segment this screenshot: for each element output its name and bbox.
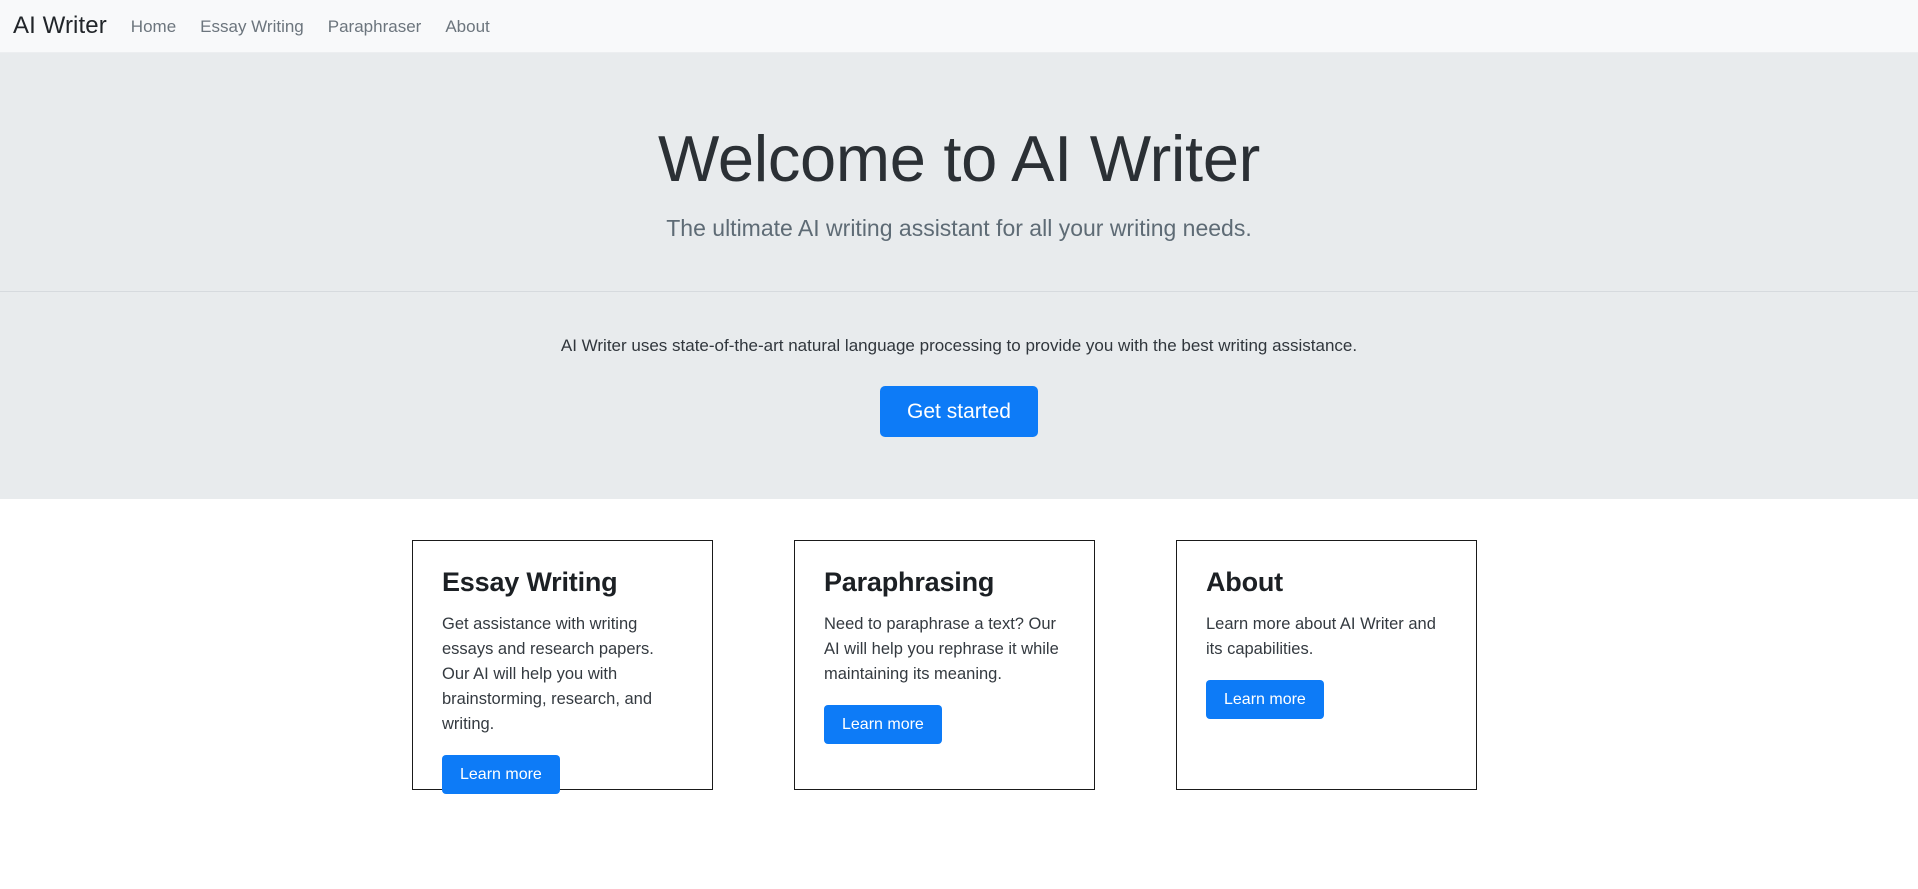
hero-section: Welcome to AI Writer The ultimate AI wri… [0, 53, 1918, 499]
nav-link-home[interactable]: Home [131, 18, 176, 35]
card-title: About [1206, 566, 1283, 597]
card-title: Paraphrasing [824, 566, 995, 597]
get-started-button[interactable]: Get started [880, 385, 1038, 437]
hero-cta-block: AI Writer uses state-of-the-art natural … [0, 292, 1918, 499]
hero-headline-block: Welcome to AI Writer The ultimate AI wri… [0, 122, 1918, 292]
card-text: Learn more about AI Writer and its capab… [1206, 614, 1436, 658]
hero-description: AI Writer uses state-of-the-art natural … [560, 335, 1358, 355]
learn-more-button-essay-writing[interactable]: Learn more [442, 755, 560, 795]
learn-more-button-paraphrasing[interactable]: Learn more [824, 705, 942, 745]
navbar: AI Writer Home Essay Writing Paraphraser… [0, 0, 1918, 53]
card-essay-writing[interactable]: Essay Writing Get assistance with writin… [412, 539, 713, 795]
card-title: Essay Writing [442, 566, 618, 597]
page-root: AI Writer Home Essay Writing Paraphraser… [0, 0, 1918, 795]
card-text: Need to paraphrase a text? Our AI will h… [824, 614, 1059, 684]
nav-link-about[interactable]: About [445, 18, 489, 35]
page-title: Welcome to AI Writer [657, 122, 1261, 195]
card-paraphrasing[interactable]: Paraphrasing Need to paraphrase a text? … [794, 539, 1095, 790]
nav-link-paraphraser[interactable]: Paraphraser [328, 18, 422, 35]
navbar-links: Home Essay Writing Paraphraser About [131, 18, 490, 35]
nav-link-essay-writing[interactable]: Essay Writing [200, 18, 304, 35]
card-about[interactable]: About Learn more about AI Writer and its… [1176, 539, 1477, 790]
learn-more-button-about[interactable]: Learn more [1206, 680, 1324, 720]
card-text: Get assistance with writing essays and r… [442, 614, 654, 734]
navbar-brand[interactable]: AI Writer [13, 14, 107, 38]
hero-subtitle: The ultimate AI writing assistant for al… [666, 215, 1252, 242]
feature-cards-row: Essay Writing Get assistance with writin… [0, 539, 1918, 795]
feature-cards-section: Essay Writing Get assistance with writin… [0, 498, 1918, 795]
